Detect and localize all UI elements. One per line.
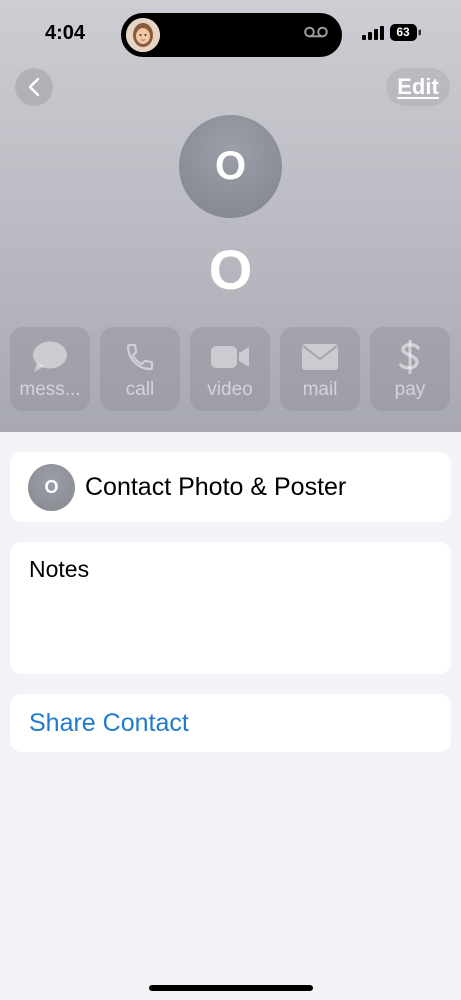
video-label: video bbox=[207, 379, 253, 400]
contact-name: O bbox=[208, 238, 253, 301]
memoji-avatar-icon bbox=[126, 18, 160, 52]
status-time: 4:04 bbox=[45, 22, 86, 44]
pay-button[interactable]: pay bbox=[370, 327, 450, 411]
cellular-signal-icon bbox=[362, 26, 384, 40]
photo-poster-label: Contact Photo & Poster bbox=[85, 473, 347, 501]
call-label: call bbox=[125, 379, 155, 400]
back-button[interactable] bbox=[15, 68, 53, 106]
message-icon bbox=[33, 341, 67, 372]
pay-label: pay bbox=[394, 379, 426, 400]
voicemail-icon bbox=[304, 26, 328, 38]
contact-header: 4:04 63 Edit O O mess... call video mail… bbox=[0, 0, 461, 432]
mail-label: mail bbox=[302, 379, 338, 400]
battery-level: 63 bbox=[396, 25, 410, 39]
video-icon bbox=[211, 346, 249, 368]
dynamic-island[interactable] bbox=[121, 13, 342, 57]
share-contact-button[interactable]: Share Contact bbox=[10, 694, 451, 752]
chevron-left-icon bbox=[28, 77, 40, 97]
message-label: mess... bbox=[19, 379, 81, 400]
contact-avatar[interactable]: O bbox=[179, 115, 282, 218]
home-indicator[interactable] bbox=[149, 985, 313, 991]
mail-button[interactable]: mail bbox=[280, 327, 360, 411]
photo-poster-avatar: O bbox=[28, 464, 75, 511]
dollar-icon bbox=[399, 340, 420, 374]
message-button[interactable]: mess... bbox=[10, 327, 90, 411]
share-contact-label: Share Contact bbox=[29, 709, 189, 737]
phone-icon bbox=[126, 343, 154, 371]
edit-button[interactable]: Edit bbox=[386, 68, 450, 106]
notes-field[interactable]: Notes bbox=[10, 542, 451, 674]
video-button[interactable]: video bbox=[190, 327, 270, 411]
battery-icon: 63 bbox=[390, 24, 422, 46]
contact-photo-poster-row[interactable]: O Contact Photo & Poster bbox=[10, 452, 451, 522]
mail-icon bbox=[302, 344, 338, 370]
call-button[interactable]: call bbox=[100, 327, 180, 411]
notes-label: Notes bbox=[29, 556, 90, 582]
